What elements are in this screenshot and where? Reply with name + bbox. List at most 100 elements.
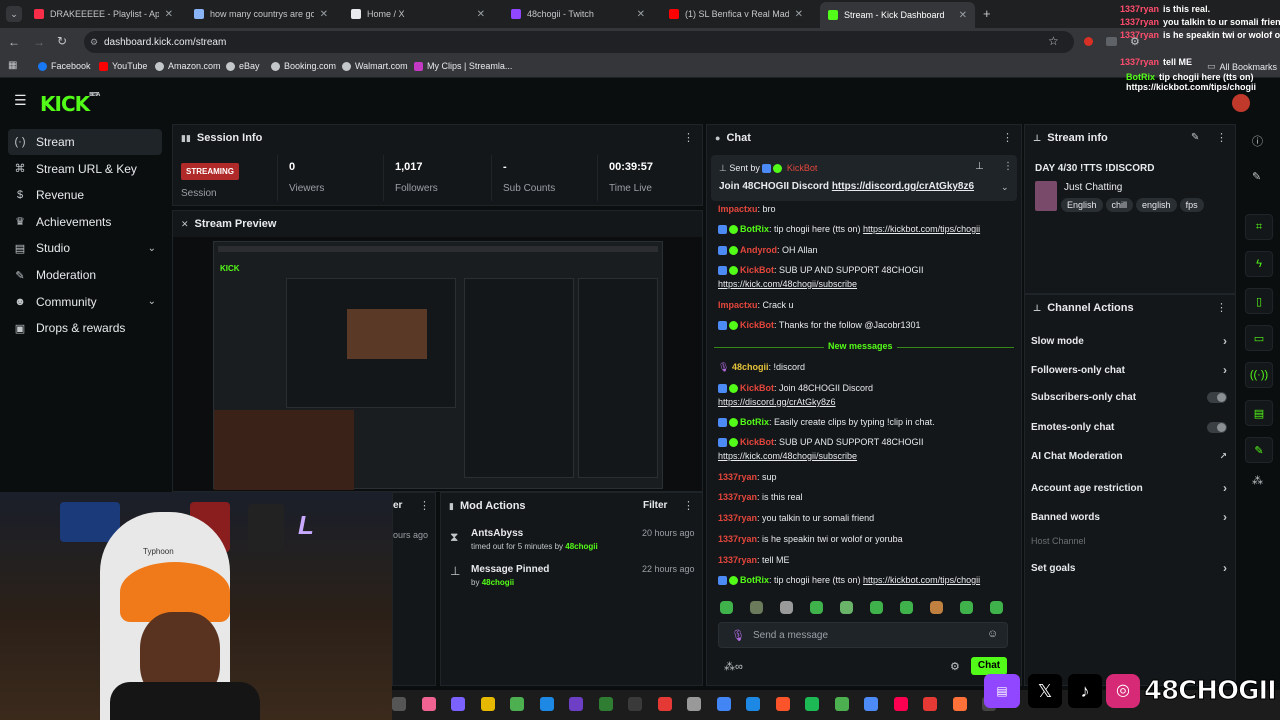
file-icon[interactable]: ▯ — [1245, 288, 1273, 314]
chat-message[interactable]: KickBot: Join 48CHOGII Discord — [718, 383, 873, 394]
chevron-down-icon[interactable]: ⌄ — [148, 243, 156, 254]
extension-icon[interactable] — [1084, 37, 1093, 46]
filter-button[interactable]: Filter — [643, 500, 667, 511]
close-tab-icon[interactable]: ✕ — [637, 9, 645, 20]
info-icon[interactable]: ⓘ — [1252, 133, 1263, 149]
send-chat-button[interactable]: Chat — [971, 657, 1007, 675]
user-avatar[interactable] — [1232, 94, 1250, 112]
lightning-icon[interactable]: ϟ — [1245, 251, 1273, 277]
emote-icon[interactable] — [870, 601, 883, 614]
chat-link[interactable]: https://kickbot.com/tips/chogii — [863, 575, 980, 585]
bookmark-youtube[interactable]: YouTube — [99, 61, 147, 71]
chat-message[interactable]: Andyrod: OH Allan — [718, 245, 818, 256]
chat-username[interactable]: Andyrod — [740, 245, 777, 255]
channel-action-set-goals[interactable]: Set goals › — [1031, 561, 1227, 575]
channel-action-slow-mode[interactable]: Slow mode › — [1031, 334, 1227, 348]
emote-icon[interactable] — [750, 601, 763, 614]
chat-link[interactable]: https://kickbot.com/tips/chogii — [863, 224, 980, 234]
taskbar-app-icon[interactable] — [628, 697, 642, 711]
sidebar-item-stream-url-key[interactable]: ⌘ Stream URL & Key — [8, 156, 162, 182]
bookmark-amazon[interactable]: Amazon.com — [155, 61, 221, 71]
extension-icon[interactable] — [1106, 37, 1117, 46]
chat-message[interactable]: KickBot: Thanks for the follow @Jacobr13… — [718, 320, 921, 331]
chat-username[interactable]: Impactxu — [718, 204, 758, 214]
sidebar-item-stream[interactable]: (·) Stream — [8, 129, 162, 155]
kebab-menu-icon[interactable]: ⋮ — [1216, 301, 1227, 314]
chat-message[interactable]: 1337ryan: sup — [718, 472, 777, 482]
emote-icon[interactable] — [840, 601, 853, 614]
channel-action-ai-chat-moderation[interactable]: AI Chat Moderation ↗ — [1031, 451, 1227, 462]
emote-icon[interactable] — [930, 601, 943, 614]
channel-action-followers-only-chat[interactable]: Followers-only chat › — [1031, 363, 1227, 377]
chat-username[interactable]: KickBot — [740, 437, 774, 447]
kebab-menu-icon[interactable]: ⋮ — [1002, 131, 1013, 144]
forward-icon[interactable]: → — [33, 35, 45, 49]
chat-input[interactable]: 🎙 Send a message ☺ — [718, 622, 1008, 648]
emote-icon[interactable] — [780, 601, 793, 614]
stream-tag[interactable]: fps — [1179, 198, 1204, 212]
url-field[interactable]: ⚙ dashboard.kick.com/stream — [84, 31, 1074, 53]
bookmark-ebay[interactable]: eBay — [226, 61, 260, 71]
chat-username[interactable]: KickBot — [740, 383, 774, 393]
taskbar-app-icon[interactable] — [687, 697, 701, 711]
close-tab-icon[interactable]: ✕ — [165, 9, 173, 20]
wrench-icon[interactable]: ✎ — [1245, 437, 1273, 463]
kebab-menu-icon[interactable]: ⋮ — [419, 499, 430, 512]
taskbar-app-icon[interactable] — [451, 697, 465, 711]
pinned-link[interactable]: https://discord.gg/crAtGky8z6 — [832, 181, 974, 192]
category-name[interactable]: Just Chatting — [1064, 182, 1122, 193]
microphone-icon[interactable]: 🎙 — [731, 629, 745, 642]
chat-username[interactable]: Impactxu — [718, 300, 758, 310]
emote-icon[interactable] — [810, 601, 823, 614]
browser-tab[interactable]: (1) SL Benfica v Real Madrid | H ✕ — [661, 4, 811, 24]
chevron-down-icon[interactable]: ⌄ — [148, 296, 156, 307]
taskbar-app-icon[interactable] — [657, 697, 672, 711]
chat-username[interactable]: 48chogii — [732, 362, 769, 372]
edit-icon[interactable]: ✎ — [1252, 170, 1261, 183]
chat-tools-icon[interactable]: ⁂∞ — [724, 660, 743, 673]
taskbar-app-icon[interactable] — [746, 697, 760, 711]
layout-icon[interactable]: ▤ — [1245, 400, 1273, 426]
chat-username[interactable]: BotRix — [740, 575, 769, 585]
pinned-message[interactable]: ⊥ Sent by KickBot ⊥ ⋮ Join 48CHOGII Disc… — [711, 155, 1017, 201]
chat-message[interactable]: KickBot: SUB UP AND SUPPORT 48CHOGII — [718, 265, 924, 276]
chat-message[interactable]: BotRix: Easily create clips by typing !c… — [718, 417, 935, 428]
taskbar-app-icon[interactable] — [923, 697, 937, 711]
broadcast-icon[interactable]: ((·)) — [1245, 362, 1273, 388]
unpin-icon[interactable]: ⊥ — [975, 161, 984, 172]
hamburger-menu-icon[interactable]: ☰ — [14, 92, 27, 109]
stream-tag[interactable]: English — [1061, 198, 1103, 212]
chat-username[interactable]: 1337ryan — [718, 472, 757, 482]
browser-tab[interactable]: 48chogii - Twitch ✕ — [503, 4, 653, 24]
close-tab-icon[interactable]: ✕ — [320, 9, 328, 20]
edit-pencil-icon[interactable]: ✎ — [1191, 132, 1199, 143]
chat-message[interactable]: Impactxu: Crack u — [718, 300, 794, 310]
stream-tag[interactable]: english — [1136, 198, 1177, 212]
chat-username[interactable]: KickBot — [740, 320, 774, 330]
tab-search-icon[interactable]: ⌄ — [6, 6, 22, 22]
chat-username[interactable]: 1337ryan — [718, 534, 757, 544]
browser-tab[interactable]: Home / X ✕ — [343, 4, 493, 24]
taskbar-app-icon[interactable] — [480, 697, 495, 711]
chat-settings-icon[interactable]: ⚙ — [950, 660, 960, 673]
chat-message[interactable]: Impactxu: bro — [718, 204, 776, 214]
chevron-down-icon[interactable]: ⌄ — [1001, 182, 1009, 193]
taskbar-app-icon[interactable] — [775, 697, 790, 711]
site-info-icon[interactable]: ⚙ — [90, 37, 98, 48]
chat-link[interactable]: https://discord.gg/crAtGky8z6 — [718, 397, 836, 407]
apps-grid-icon[interactable]: ▦ — [8, 60, 17, 71]
bookmark-star-icon[interactable]: ☆ — [1048, 34, 1059, 48]
sidebar-item-revenue[interactable]: $ Revenue — [8, 182, 162, 208]
emote-icon[interactable] — [960, 601, 973, 614]
chat-username[interactable]: 1337ryan — [718, 513, 757, 523]
bookmark-facebook[interactable]: Facebook — [38, 61, 91, 71]
taskbar-app-icon[interactable] — [539, 697, 554, 711]
taskbar-app-icon[interactable] — [392, 697, 406, 711]
kebab-menu-icon[interactable]: ⋮ — [1216, 131, 1227, 144]
kebab-menu-icon[interactable]: ⋮ — [683, 131, 694, 144]
close-tab-icon[interactable]: ✕ — [959, 10, 967, 21]
chat-username[interactable]: 1337ryan — [718, 492, 757, 502]
sidebar-item-community[interactable]: ☻ Community ⌄ — [8, 289, 162, 315]
kebab-menu-icon[interactable]: ⋮ — [683, 499, 694, 512]
bookmark-walmart[interactable]: Walmart.com — [342, 61, 408, 71]
